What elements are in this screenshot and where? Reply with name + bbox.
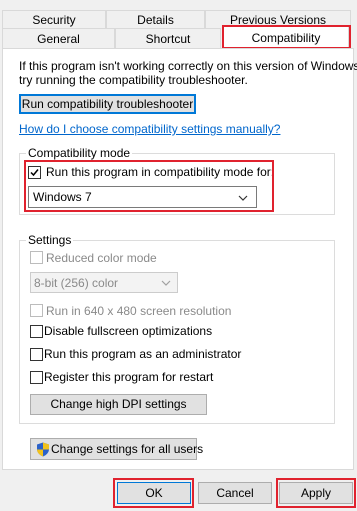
- intro-text-line1: If this program isn't working correctly …: [19, 59, 357, 73]
- change-all-users-button[interactable]: Change settings for all users: [30, 438, 203, 460]
- shield-icon: [37, 442, 49, 457]
- chevron-down-icon: [161, 280, 171, 286]
- tab-security[interactable]: Security: [2, 10, 106, 28]
- change-all-users-label: Change settings for all users: [51, 442, 204, 456]
- tab-shortcut[interactable]: Shortcut: [115, 28, 221, 48]
- color-depth-value: 8-bit (256) color: [34, 276, 119, 290]
- color-depth-select[interactable]: 8-bit (256) color: [30, 272, 178, 293]
- compatibility-mode-title: Compatibility mode: [26, 146, 133, 160]
- register-restart-label: Register this program for restart: [44, 370, 214, 384]
- change-dpi-button[interactable]: Change high DPI settings: [30, 394, 207, 415]
- disable-fullscreen-checkbox[interactable]: [30, 325, 43, 338]
- cancel-button[interactable]: Cancel: [198, 482, 272, 504]
- tab-compatibility[interactable]: Compatibility: [223, 26, 349, 49]
- tab-details[interactable]: Details: [106, 10, 205, 28]
- os-select[interactable]: Windows 7: [28, 186, 257, 208]
- apply-button[interactable]: Apply: [279, 482, 353, 504]
- os-select-value: Windows 7: [33, 190, 92, 204]
- run-as-admin-label: Run this program as an administrator: [44, 347, 242, 361]
- compatibility-mode-checkbox[interactable]: [28, 166, 41, 179]
- reduced-color-label: Reduced color mode: [46, 251, 157, 265]
- run-as-admin-checkbox[interactable]: [30, 348, 43, 361]
- manual-settings-link[interactable]: How do I choose compatibility settings m…: [19, 122, 280, 136]
- run-640-label: Run in 640 x 480 screen resolution: [46, 304, 232, 318]
- chevron-down-icon: [238, 195, 248, 201]
- reduced-color-checkbox[interactable]: [30, 251, 43, 264]
- tab-general[interactable]: General: [2, 28, 115, 48]
- settings-title: Settings: [26, 233, 74, 247]
- intro-text-line2: try running the compatibility troublesho…: [19, 73, 248, 87]
- disable-fullscreen-label: Disable fullscreen optimizations: [44, 324, 213, 338]
- run-640-checkbox[interactable]: [30, 304, 43, 317]
- register-restart-checkbox[interactable]: [30, 371, 43, 384]
- compatibility-mode-label[interactable]: Run this program in compatibility mode f…: [46, 165, 274, 179]
- checkmark-icon: [30, 169, 39, 177]
- run-troubleshooter-button[interactable]: Run compatibility troubleshooter: [19, 94, 196, 114]
- ok-button[interactable]: OK: [117, 482, 191, 504]
